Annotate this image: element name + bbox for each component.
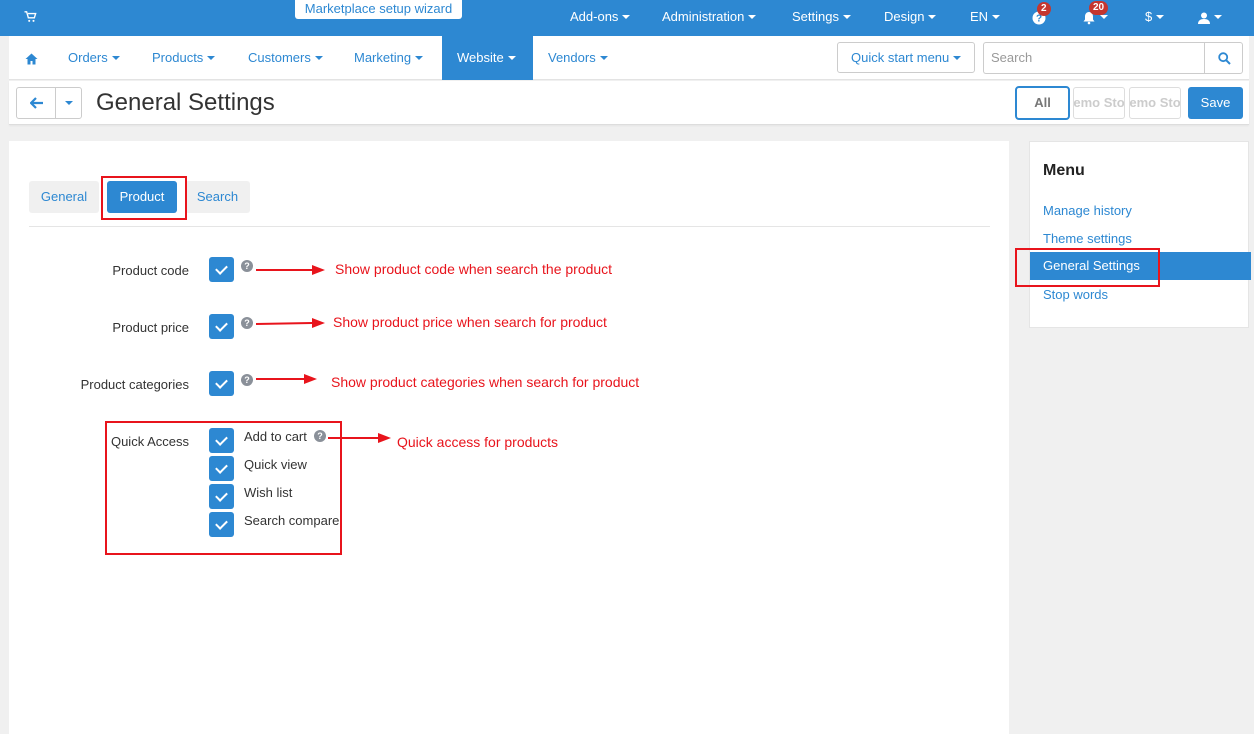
tab-general[interactable]: General xyxy=(29,181,99,213)
nav-orders-label: Orders xyxy=(68,50,108,65)
sidebar-menu: Menu Manage history Theme settings Gener… xyxy=(1029,141,1251,328)
addons-menu[interactable]: Add-ons xyxy=(570,0,631,36)
sidebar-title: Menu xyxy=(1043,162,1085,179)
save-button[interactable]: Save xyxy=(1188,87,1243,119)
product-price-checkbox[interactable] xyxy=(209,314,234,339)
user-menu[interactable] xyxy=(1198,0,1222,36)
chevron-down-icon xyxy=(1214,14,1222,19)
chevron-down-icon xyxy=(64,100,73,105)
back-history-dropdown[interactable] xyxy=(55,87,82,119)
search-input[interactable]: Search xyxy=(983,42,1204,74)
settings-menu[interactable]: Settings xyxy=(792,0,851,36)
chevron-down-icon xyxy=(1100,14,1108,19)
back-button[interactable] xyxy=(16,87,56,119)
storefront-demo-store-2[interactable]: Demo Store xyxy=(1129,87,1181,119)
home-icon xyxy=(25,53,38,65)
chevron-down-icon xyxy=(748,14,757,19)
product-code-checkbox[interactable] xyxy=(209,257,234,282)
annotation-product-price: Show product price when search for produ… xyxy=(333,314,607,330)
help-icon[interactable]: ? xyxy=(241,374,253,386)
currency-menu[interactable]: $ xyxy=(1145,0,1165,36)
administration-menu[interactable]: Administration xyxy=(662,0,757,36)
chevron-down-icon xyxy=(992,14,1001,19)
help-icon[interactable]: ? xyxy=(241,260,253,272)
quick-start-menu-label: Quick start menu xyxy=(851,50,950,65)
chevron-down-icon xyxy=(111,55,120,60)
nav-products-label: Products xyxy=(152,50,204,65)
highlight-box-quick-access xyxy=(105,421,342,555)
design-menu-label: Design xyxy=(884,9,925,24)
search-icon xyxy=(1218,52,1231,65)
nav-customers[interactable]: Customers xyxy=(248,36,323,80)
design-menu[interactable]: Design xyxy=(884,0,937,36)
chevron-down-icon xyxy=(314,55,323,60)
quick-start-menu-button[interactable]: Quick start menu xyxy=(837,42,975,73)
home-button[interactable] xyxy=(25,36,38,80)
chevron-down-icon xyxy=(622,14,631,19)
annotation-product-code: Show product code when search the produc… xyxy=(335,261,613,277)
search-button[interactable] xyxy=(1204,42,1243,74)
language-menu-label: EN xyxy=(970,9,989,24)
nav-website-label: Website xyxy=(457,50,504,65)
chevron-down-icon xyxy=(599,55,608,60)
highlight-box-general-settings xyxy=(1015,248,1160,287)
notifications-badge: 20 xyxy=(1089,1,1109,15)
nav-vendors[interactable]: Vendors xyxy=(548,36,608,80)
nav-orders[interactable]: Orders xyxy=(68,36,120,80)
chevron-down-icon xyxy=(207,55,216,60)
language-menu[interactable]: EN xyxy=(970,0,1001,36)
nav-marketing-label: Marketing xyxy=(354,50,412,65)
chevron-down-icon xyxy=(1156,14,1165,19)
administration-menu-label: Administration xyxy=(662,9,745,24)
highlight-box-product-tab xyxy=(101,176,187,220)
annotation-quick-access: Quick access for products xyxy=(397,434,559,450)
page-title: General Settings xyxy=(96,89,275,116)
title-bar: General Settings All Demo Store Demo Sto… xyxy=(9,81,1249,125)
help-badge: 2 xyxy=(1037,2,1051,16)
sidebar-item-stop-words[interactable]: Stop words xyxy=(1043,287,1108,302)
chevron-down-icon xyxy=(953,55,962,60)
product-categories-checkbox[interactable] xyxy=(209,371,234,396)
chevron-down-icon xyxy=(928,14,937,19)
product-price-label: Product price xyxy=(112,320,189,335)
chevron-down-icon xyxy=(507,55,516,60)
user-icon xyxy=(1198,12,1210,24)
marketplace-setup-wizard-button[interactable]: Marketplace setup wizard xyxy=(295,0,462,19)
currency-menu-label: $ xyxy=(1145,9,1153,24)
tabs-divider xyxy=(29,226,990,227)
arrow-left-icon xyxy=(30,97,43,109)
nav-vendors-label: Vendors xyxy=(548,50,596,65)
main-nav: Orders Products Customers Marketing Webs… xyxy=(9,36,1249,80)
cart-icon[interactable] xyxy=(24,11,37,23)
nav-products[interactable]: Products xyxy=(152,36,216,80)
product-code-label: Product code xyxy=(112,263,189,278)
sidebar-item-theme-settings[interactable]: Theme settings xyxy=(1043,231,1132,246)
top-bar: Marketplace setup wizard Add-ons Adminis… xyxy=(0,0,1254,36)
storefront-demo-store-1[interactable]: Demo Store xyxy=(1073,87,1125,119)
chevron-down-icon xyxy=(415,55,424,60)
settings-menu-label: Settings xyxy=(792,9,839,24)
tab-search[interactable]: Search xyxy=(185,181,250,213)
nav-marketing[interactable]: Marketing xyxy=(354,36,424,80)
addons-menu-label: Add-ons xyxy=(570,9,619,24)
sidebar-item-manage-history[interactable]: Manage history xyxy=(1043,203,1132,218)
nav-customers-label: Customers xyxy=(248,50,311,65)
help-icon[interactable]: ? xyxy=(241,317,253,329)
chevron-down-icon xyxy=(842,14,851,19)
annotation-product-categories: Show product categories when search for … xyxy=(331,374,640,390)
nav-website[interactable]: Website xyxy=(442,36,533,80)
product-categories-label: Product categories xyxy=(80,377,189,392)
storefront-all-button[interactable]: All xyxy=(1015,86,1070,120)
